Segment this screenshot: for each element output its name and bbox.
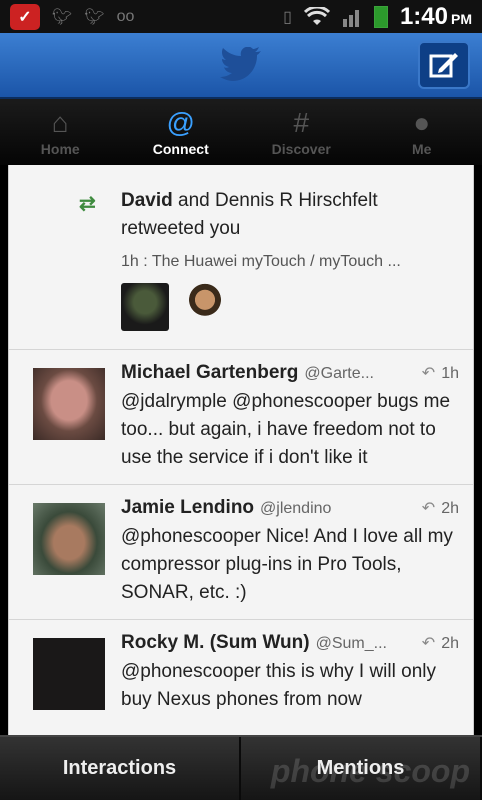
twitter-icon: 🐦︎: [84, 8, 105, 26]
compose-button[interactable]: [418, 41, 470, 89]
tab-home[interactable]: ⌂ Home: [0, 99, 121, 165]
tweet[interactable]: Jamie Lendino @jlendino ↶ 2h @phonescoope…: [9, 485, 473, 620]
avatar[interactable]: [33, 638, 105, 710]
retweet-snippet: The Huawei myTouch / myTouch ...: [151, 253, 401, 270]
retweet-user-name[interactable]: David: [121, 190, 173, 211]
vibrate-icon: ▯: [283, 8, 292, 26]
voicemail-icon: oo: [116, 7, 135, 25]
reply-icon[interactable]: ↶: [422, 500, 435, 517]
watermark: phone scoop: [270, 753, 470, 789]
tweet-time: 2h: [441, 635, 459, 652]
tweet-time: 1h: [441, 365, 459, 382]
retweet-meta: 1h : The Huawei myTouch / myTouch ...: [121, 253, 401, 270]
hash-icon: #: [293, 107, 310, 138]
retweet-icon: ⇄: [79, 193, 96, 215]
at-icon: @: [166, 107, 195, 138]
tab-connect-label: Connect: [152, 141, 209, 157]
bottom-bar: Interactions Mentions phone scoop: [0, 735, 482, 800]
tweet[interactable]: Rocky M. (Sum Wun) @Sum_... ↶ 2h @phonesc…: [9, 620, 473, 726]
avatar[interactable]: [33, 503, 105, 575]
tab-me[interactable]: ● Me: [362, 99, 482, 165]
title-bar: [0, 33, 482, 99]
tweet-author-name[interactable]: Michael Gartenberg: [121, 362, 298, 384]
twitter-bird-icon: [220, 47, 261, 81]
reply-icon[interactable]: ↶: [422, 365, 435, 382]
tab-home-label: Home: [40, 141, 80, 157]
tweet-author-handle: @jlendino: [260, 500, 332, 517]
retweet-notification[interactable]: ⇄ David and Dennis R Hirschfelt retweete…: [9, 165, 473, 350]
compose-icon: [429, 53, 458, 78]
tweet-text: @jdalrymple @phonescooper bugs me too...…: [121, 391, 451, 468]
tab-connect[interactable]: @ Connect: [121, 99, 242, 165]
tab-bar: ⌂ Home @ Connect # Discover ● Me: [0, 99, 482, 165]
tweet-time: 2h: [441, 500, 459, 517]
tweet-author-handle: @Garte...: [304, 365, 374, 382]
tweet-author-name[interactable]: Rocky M. (Sum Wun): [121, 632, 310, 654]
retweet-time: 1h: [121, 253, 139, 270]
interactions-button[interactable]: Interactions: [0, 737, 241, 800]
status-clock: 1:40 PM: [400, 3, 472, 31]
avatar[interactable]: [181, 283, 229, 331]
interactions-list[interactable]: ⇄ David and Dennis R Hirschfelt retweete…: [8, 165, 474, 735]
twitter-icon: 🐦︎: [52, 8, 73, 26]
tweet-text: @phonescooper Nice! And I love all my co…: [121, 526, 453, 603]
app-notification-icon: ✓: [10, 3, 40, 30]
reply-icon[interactable]: ↶: [422, 635, 435, 652]
status-bar: ✓ 🐦︎ 🐦︎ oo ▯ 1:40 PM: [0, 0, 482, 33]
tweet[interactable]: Michael Gartenberg @Garte... ↶ 1h @jdalry…: [9, 350, 473, 485]
tweet-author-name[interactable]: Jamie Lendino: [121, 497, 254, 519]
tweet-author-handle: @Sum_...: [315, 635, 387, 652]
home-icon: ⌂: [51, 107, 69, 138]
clock-ampm: PM: [451, 10, 472, 27]
signal-icon: [342, 9, 359, 27]
retweet-text: David and Dennis R Hirschfelt retweeted …: [121, 187, 459, 243]
tab-discover[interactable]: # Discover: [241, 99, 362, 165]
person-icon: ●: [413, 107, 431, 138]
tab-me-label: Me: [412, 141, 432, 157]
battery-icon: [373, 5, 388, 28]
tweet-text: @phonescooper this is why I will only bu…: [121, 661, 436, 710]
clock-time: 1:40: [399, 2, 448, 30]
tab-discover-label: Discover: [271, 141, 331, 157]
wifi-icon: [303, 6, 330, 25]
avatar[interactable]: [33, 368, 105, 440]
avatar[interactable]: [121, 283, 169, 331]
